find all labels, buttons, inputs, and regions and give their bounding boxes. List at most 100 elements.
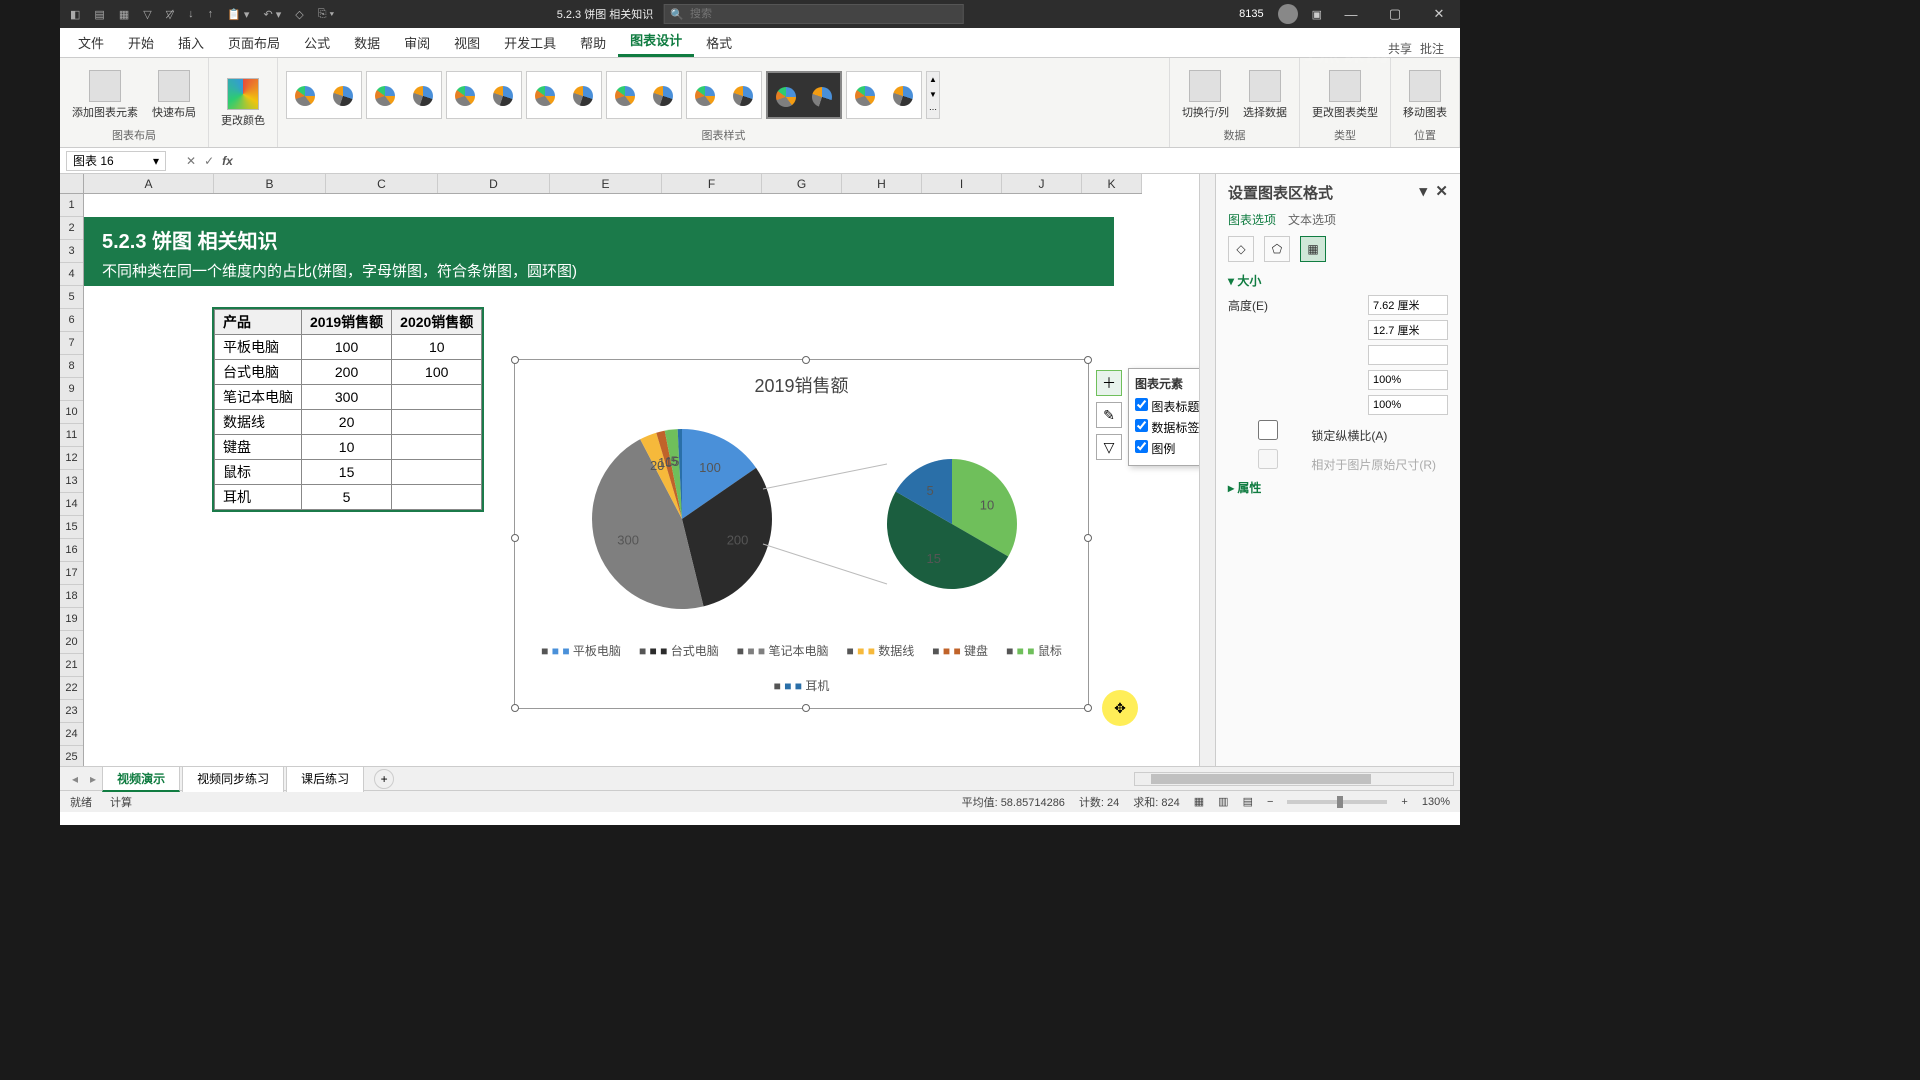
section-properties[interactable]: ▸ 属性 [1228, 479, 1448, 496]
clear-filter-icon[interactable]: ▽̸ [166, 8, 174, 21]
table-cell[interactable]: 鼠标 [215, 460, 302, 485]
undo-icon[interactable]: ↶ ▾ [263, 8, 281, 21]
tab-数据[interactable]: 数据 [342, 28, 392, 57]
gallery-scroll[interactable]: ▲▼⋯ [926, 71, 940, 119]
chart-style-1[interactable] [286, 71, 362, 119]
row-header-23[interactable]: 23 [60, 700, 83, 723]
row-header-1[interactable]: 1 [60, 194, 83, 217]
lock-aspect-checkbox[interactable]: 锁定纵横比(A) [1228, 420, 1387, 444]
confirm-entry-icon[interactable]: ✓ [204, 154, 214, 168]
col-header-E[interactable]: E [550, 174, 662, 193]
width-input[interactable] [1368, 320, 1448, 340]
table-cell[interactable]: 20 [302, 410, 392, 435]
pie-chart[interactable]: 100200300201015510155 [532, 404, 1072, 634]
pane-close-icon[interactable]: ✕ [1435, 183, 1448, 200]
row-header-18[interactable]: 18 [60, 585, 83, 608]
sheet-nav-next[interactable]: ▸ [84, 772, 102, 786]
table-cell[interactable] [392, 460, 482, 485]
search-box[interactable]: 🔍 [663, 4, 963, 24]
chart-title[interactable]: 2019销售额 [515, 360, 1088, 404]
tab-帮助[interactable]: 帮助 [568, 28, 618, 57]
switch-row-col-button[interactable]: 切换行/列 [1178, 68, 1233, 122]
zoom-in-button[interactable]: + [1401, 796, 1407, 808]
tab-页面布局[interactable]: 页面布局 [216, 28, 292, 57]
table-cell[interactable] [392, 385, 482, 410]
view-page-icon[interactable]: ▥ [1218, 795, 1228, 808]
flyout-checkbox[interactable]: 图例 [1135, 438, 1199, 459]
sheet-tab[interactable]: 视频同步练习 [182, 766, 284, 792]
data-table[interactable]: 产品2019销售额2020销售额平板电脑10010台式电脑200100笔记本电脑… [214, 309, 482, 510]
table-cell[interactable]: 笔记本电脑 [215, 385, 302, 410]
table-header[interactable]: 2020销售额 [392, 310, 482, 335]
table-cell[interactable]: 100 [302, 335, 392, 360]
table-cell[interactable]: 200 [302, 360, 392, 385]
row-header-6[interactable]: 6 [60, 309, 83, 332]
table-cell[interactable] [392, 485, 482, 510]
sheet-tab[interactable]: 视频演示 [102, 766, 180, 792]
add-sheet-button[interactable]: + [374, 769, 394, 789]
row-header-5[interactable]: 5 [60, 286, 83, 309]
col-header-A[interactable]: A [84, 174, 214, 193]
table-header[interactable]: 产品 [215, 310, 302, 335]
scale-w-input[interactable] [1368, 395, 1448, 415]
empty-input[interactable] [1368, 345, 1448, 365]
row-headers[interactable]: 1234567891011121314151617181920212223242… [60, 194, 84, 766]
column-headers[interactable]: ABCDEFGHIJK [84, 174, 1142, 194]
tab-图表设计[interactable]: 图表设计 [618, 25, 694, 57]
row-header-25[interactable]: 25 [60, 746, 83, 766]
paste-icon[interactable]: 📋 ▾ [227, 8, 249, 21]
flyout-checkbox[interactable]: 图表标题 [1135, 396, 1199, 417]
row-header-10[interactable]: 10 [60, 401, 83, 424]
legend-item[interactable]: ■ 数据线 [847, 642, 915, 659]
chart-styles-button[interactable]: ✎ [1096, 402, 1122, 428]
fill-line-icon[interactable]: ◇ [1228, 236, 1254, 262]
row-header-14[interactable]: 14 [60, 493, 83, 516]
save-icon[interactable]: ▤ [94, 8, 104, 21]
table-cell[interactable]: 300 [302, 385, 392, 410]
tab-公式[interactable]: 公式 [292, 28, 342, 57]
ribbon-mode-icon[interactable]: ▣ [1312, 8, 1322, 21]
user-avatar[interactable] [1278, 4, 1298, 24]
table-cell[interactable]: 10 [392, 335, 482, 360]
copy-icon[interactable]: ⎘ ▾ [318, 8, 334, 21]
maximize-button[interactable]: ▢ [1380, 6, 1410, 22]
cells[interactable]: 5.2.3 饼图 相关知识 不同种类在同一个维度内的占比(饼图，字母饼图，符合条… [84, 194, 1199, 766]
pane-tab-text-options[interactable]: 文本选项 [1288, 211, 1336, 228]
row-header-20[interactable]: 20 [60, 631, 83, 654]
legend-item[interactable]: ■ 耳机 [774, 677, 830, 694]
sort-asc-icon[interactable]: ↓ [188, 8, 194, 21]
col-header-B[interactable]: B [214, 174, 326, 193]
row-header-22[interactable]: 22 [60, 677, 83, 700]
col-header-G[interactable]: G [762, 174, 842, 193]
search-input[interactable] [690, 8, 956, 20]
name-box[interactable]: 图表 16▾ [66, 151, 166, 171]
eraser-icon[interactable]: ◇ [295, 8, 303, 21]
add-chart-element-button[interactable]: 添加图表元素 [68, 68, 142, 122]
effects-icon[interactable]: ⬠ [1264, 236, 1290, 262]
chart-elements-button[interactable]: ＋ [1096, 370, 1122, 396]
row-header-21[interactable]: 21 [60, 654, 83, 677]
row-header-12[interactable]: 12 [60, 447, 83, 470]
row-header-13[interactable]: 13 [60, 470, 83, 493]
change-colors-button[interactable]: 更改颜色 [217, 76, 269, 130]
size-props-icon[interactable]: ▦ [1300, 236, 1326, 262]
cancel-entry-icon[interactable]: ✕ [186, 154, 196, 168]
col-header-K[interactable]: K [1082, 174, 1142, 193]
horizontal-scrollbar[interactable] [1134, 772, 1454, 786]
table-cell[interactable]: 数据线 [215, 410, 302, 435]
row-header-15[interactable]: 15 [60, 516, 83, 539]
chart-style-2[interactable] [366, 71, 442, 119]
zoom-out-button[interactable]: − [1267, 796, 1273, 808]
sort-desc-icon[interactable]: ↑ [208, 8, 214, 21]
row-header-19[interactable]: 19 [60, 608, 83, 631]
close-button[interactable]: ✕ [1424, 6, 1454, 22]
table-cell[interactable]: 台式电脑 [215, 360, 302, 385]
view-break-icon[interactable]: ▤ [1243, 795, 1253, 808]
table-cell[interactable]: 10 [302, 435, 392, 460]
row-header-2[interactable]: 2 [60, 217, 83, 240]
table-cell[interactable]: 平板电脑 [215, 335, 302, 360]
row-header-17[interactable]: 17 [60, 562, 83, 585]
pane-dropdown-icon[interactable]: ▾ [1420, 183, 1428, 200]
chart-filters-button[interactable]: ▽ [1096, 434, 1122, 460]
select-all-corner[interactable] [60, 174, 84, 194]
